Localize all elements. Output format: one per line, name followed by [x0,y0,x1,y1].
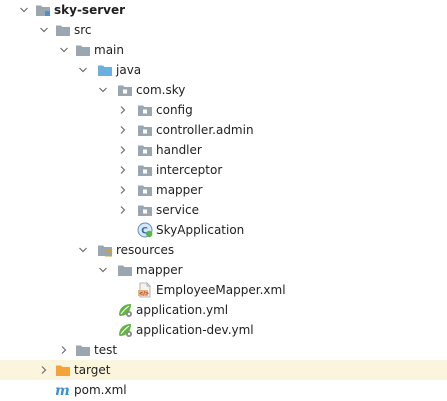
chevron-right-icon[interactable] [119,166,127,174]
chevron-right-icon[interactable] [119,186,127,194]
tree-label: application-dev.yml [136,323,254,337]
package-icon [137,102,153,118]
resources-folder-icon [97,242,113,258]
chevron-right-icon[interactable] [60,346,68,354]
module-folder-icon [35,2,51,18]
chevron-down-icon[interactable] [79,246,87,254]
chevron-down-icon[interactable] [20,6,28,14]
svg-text:m: m [55,383,70,398]
svg-text:</>: </> [139,291,149,297]
tree-row-application-yml[interactable]: application.yml [0,300,447,320]
xml-file-icon: </> [137,282,153,298]
tree-row-resources[interactable]: resources [0,240,447,260]
tree-label: resources [116,243,175,257]
folder-icon [55,22,71,38]
tree-row-src[interactable]: src [0,20,447,40]
chevron-down-icon[interactable] [79,66,87,74]
spring-boot-class-icon: C [137,222,153,238]
chevron-right-icon[interactable] [119,126,127,134]
tree-label: SkyApplication [156,223,245,237]
tree-row-sky-application[interactable]: C SkyApplication [0,220,447,240]
tree-row-main[interactable]: main [0,40,447,60]
tree-label: handler [156,143,202,157]
spring-config-icon [117,322,133,338]
chevron-right-icon[interactable] [119,146,127,154]
folder-icon [117,262,133,278]
tree-label: mapper [156,183,203,197]
tree-row-service[interactable]: service [0,200,447,220]
tree-row-config[interactable]: config [0,100,447,120]
tree-label: sky-server [54,3,126,17]
tree-label: test [94,343,118,357]
tree-row-mapper-package[interactable]: mapper [0,180,447,200]
tree-row-java[interactable]: java [0,60,447,80]
tree-label: pom.xml [74,383,127,397]
tree-row-application-dev-yml[interactable]: application-dev.yml [0,320,447,340]
tree-label: controller.admin [156,123,254,137]
tree-label: application.yml [136,303,229,317]
tree-label: com.sky [136,83,186,97]
source-folder-icon [97,62,113,78]
tree-row-target[interactable]: target [0,360,447,380]
package-icon [137,182,153,198]
tree-row-handler[interactable]: handler [0,140,447,160]
tree-row-employee-mapper-xml[interactable]: </> EmployeeMapper.xml [0,280,447,300]
chevron-right-icon[interactable] [40,366,48,374]
tree-row-test[interactable]: test [0,340,447,360]
tree-label: java [116,63,142,77]
tree-row-sky-server[interactable]: sky-server [0,0,447,20]
chevron-down-icon[interactable] [60,46,68,54]
package-icon [137,122,153,138]
spring-config-icon [117,302,133,318]
chevron-down-icon[interactable] [40,26,48,34]
tree-row-controller-admin[interactable]: controller.admin [0,120,447,140]
tree-row-interceptor[interactable]: interceptor [0,160,447,180]
maven-icon: m [55,382,71,398]
tree-label: service [156,203,199,217]
tree-label: mapper [136,263,183,277]
package-icon [137,202,153,218]
excluded-folder-icon [55,362,71,378]
package-icon [117,82,133,98]
package-icon [137,142,153,158]
tree-label: target [74,363,111,377]
tree-row-com-sky[interactable]: com.sky [0,80,447,100]
project-tree: sky-server src main java com.sky config … [0,0,447,401]
chevron-right-icon[interactable] [119,106,127,114]
chevron-down-icon[interactable] [99,86,107,94]
chevron-right-icon[interactable] [119,206,127,214]
package-icon [137,162,153,178]
tree-label: interceptor [156,163,223,177]
tree-label: EmployeeMapper.xml [156,283,286,297]
tree-row-mapper-resources[interactable]: mapper [0,260,447,280]
tree-label: src [74,23,92,37]
tree-label: config [156,103,193,117]
folder-icon [75,42,91,58]
tree-label: main [94,43,124,57]
tree-row-pom-xml[interactable]: m pom.xml [0,380,447,400]
folder-icon [75,342,91,358]
chevron-down-icon[interactable] [99,266,107,274]
